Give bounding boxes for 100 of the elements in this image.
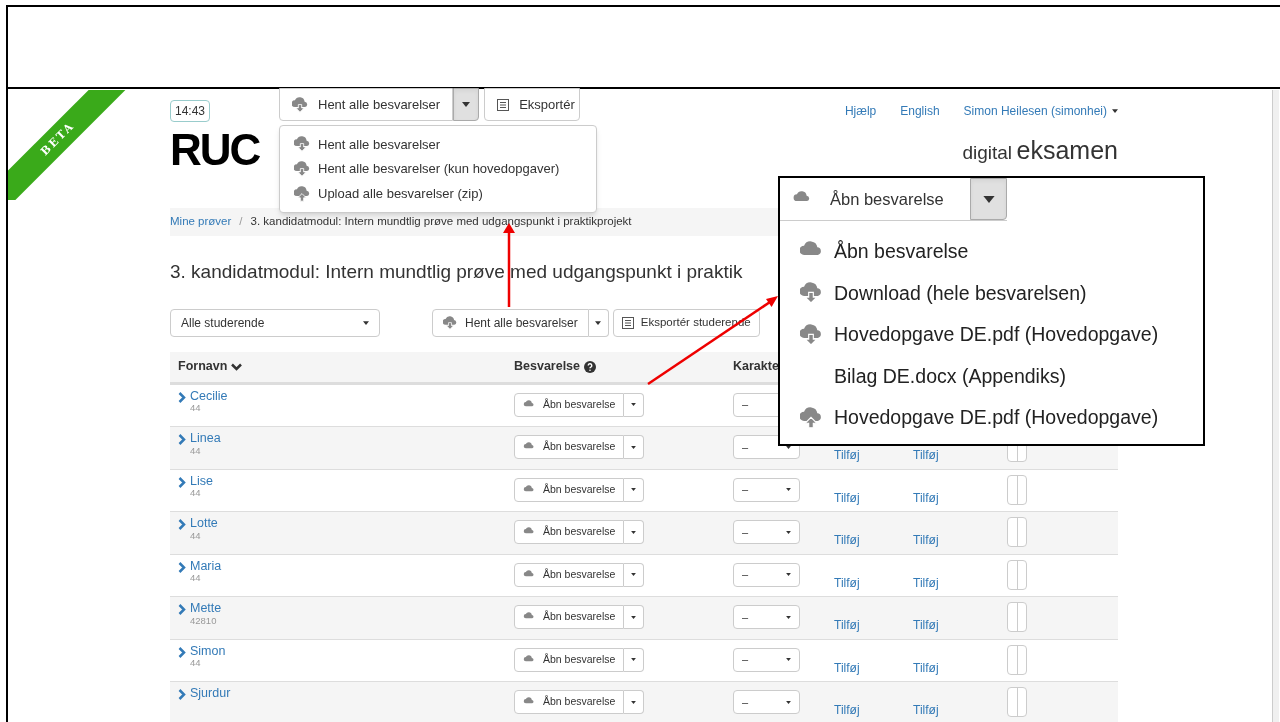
column-header[interactable]: Fornavn xyxy=(178,357,514,376)
caret-icon xyxy=(631,403,637,406)
column-header: Karakte xyxy=(733,358,780,376)
split-toggle[interactable] xyxy=(1007,602,1027,632)
scrollbar[interactable] xyxy=(1272,90,1279,722)
split-toggle[interactable] xyxy=(1007,687,1027,717)
student-name[interactable]: Cecilie xyxy=(190,389,228,404)
chevron-right-icon[interactable] xyxy=(178,519,186,530)
add-link[interactable]: Tilføj xyxy=(913,531,939,549)
menu-item[interactable]: Hovedopgave DE.pdf (Hovedopgave) xyxy=(780,314,1203,356)
download-all-button[interactable]: Hent alle besvarelser xyxy=(432,308,589,337)
open-submission-button[interactable]: Åbn besvarelse xyxy=(514,562,625,587)
open-submission-button[interactable]: Åbn besvarelse xyxy=(514,647,625,672)
caret-icon xyxy=(631,658,637,661)
split-toggle[interactable] xyxy=(1007,559,1027,590)
dropdown-toggle[interactable] xyxy=(624,605,645,629)
add-link[interactable]: Tilføj xyxy=(834,573,860,592)
cloud-download-icon xyxy=(292,96,308,113)
chevron-right-icon[interactable] xyxy=(178,561,186,573)
split-toggle[interactable] xyxy=(1007,644,1027,675)
add-link[interactable]: Tilføj xyxy=(834,658,860,677)
add-link[interactable]: Tilføj xyxy=(913,701,939,719)
student-id: 44 xyxy=(190,488,202,499)
dropdown-toggle[interactable] xyxy=(453,88,480,121)
menu-item[interactable]: Upload alle besvarelser (zip) xyxy=(280,181,596,206)
add-link[interactable]: Tilføj xyxy=(834,446,860,464)
caret-icon xyxy=(786,658,791,661)
add-link[interactable]: Tilføj xyxy=(913,616,939,634)
open-submission-button[interactable]: Åbn besvarelse xyxy=(514,690,625,714)
menu-item[interactable]: Download (hele besvarelsen) xyxy=(780,272,1203,314)
download-all-button[interactable]: Hent alle besvarelser xyxy=(279,88,454,121)
chevron-right-icon[interactable] xyxy=(178,476,186,488)
split-toggle[interactable] xyxy=(1007,517,1027,547)
dropdown-toggle[interactable] xyxy=(624,690,645,714)
caret-icon xyxy=(631,488,637,491)
chevron-right-icon[interactable] xyxy=(178,391,186,403)
open-submission-button[interactable]: Åbn besvarelse xyxy=(514,605,625,629)
caret-icon xyxy=(786,573,791,576)
dropdown-toggle[interactable] xyxy=(624,647,645,672)
student-id: 44 xyxy=(190,530,202,542)
student-name[interactable]: Maria xyxy=(190,559,222,574)
student-name[interactable]: Lotte xyxy=(190,517,218,531)
caret-icon xyxy=(982,195,995,203)
caret-icon xyxy=(631,445,637,449)
nav-link[interactable]: English xyxy=(900,102,940,120)
add-link[interactable]: Tilføj xyxy=(913,573,939,592)
chevron-right-icon[interactable] xyxy=(178,646,186,658)
student-name[interactable]: Linea xyxy=(190,432,221,446)
add-link[interactable]: Tilføj xyxy=(834,616,860,634)
menu-item[interactable]: Åbn besvarelse xyxy=(780,231,1203,273)
open-submission-button[interactable]: Åbn besvarelse xyxy=(514,520,625,544)
dropdown-toggle[interactable] xyxy=(970,178,1007,220)
student-id: 44 xyxy=(190,658,202,669)
caret-icon xyxy=(631,530,637,534)
grade-select[interactable]: – xyxy=(733,647,800,672)
student-name[interactable]: Mette xyxy=(190,602,222,616)
grade-select[interactable]: – xyxy=(733,520,800,544)
student-name[interactable]: Sjurdur xyxy=(190,687,231,701)
user-menu[interactable]: Simon Heilesen (simonhei) xyxy=(963,102,1118,120)
caret-icon xyxy=(595,320,602,325)
export-button[interactable]: Eksportér xyxy=(484,88,580,121)
dropdown-toggle[interactable] xyxy=(624,435,645,459)
dropdown-toggle[interactable] xyxy=(624,392,645,417)
grade-select[interactable]: – xyxy=(733,605,800,629)
grade-select[interactable]: – xyxy=(733,477,800,502)
chevron-right-icon[interactable] xyxy=(178,434,186,445)
menu-item[interactable]: Hent alle besvarelser (kun hovedopgaver) xyxy=(280,156,596,182)
nav-link[interactable]: Hjælp xyxy=(844,102,877,120)
cloud-download-icon xyxy=(443,315,457,330)
student-id: 42810 xyxy=(190,615,218,627)
caret-icon xyxy=(1112,109,1118,113)
add-link[interactable]: Tilføj xyxy=(834,488,860,507)
dropdown-toggle[interactable] xyxy=(624,520,645,544)
open-submission-button[interactable]: Åbn besvarelse xyxy=(514,477,625,502)
breadcrumb-link[interactable]: Mine prøver xyxy=(170,213,232,231)
dropdown-toggle[interactable] xyxy=(588,308,609,337)
student-name[interactable]: Simon xyxy=(190,644,226,659)
menu-item[interactable]: Hent alle besvarelser xyxy=(280,132,596,157)
add-link[interactable]: Tilføj xyxy=(913,658,939,677)
grade-select[interactable]: – xyxy=(733,690,800,714)
add-link[interactable]: Tilføj xyxy=(913,488,939,507)
breadcrumb-current: 3. kandidatmodul: Intern mundtlig prøve med udgangspunkt i praktikprojekt xyxy=(250,214,632,230)
add-link[interactable]: Tilføj xyxy=(834,701,860,719)
brand-name: digital eksamen xyxy=(962,135,1118,166)
open-submission-button[interactable]: Åbn besvarelse xyxy=(514,392,625,417)
open-submission-button[interactable]: Åbn besvarelse xyxy=(514,435,625,459)
caret-icon xyxy=(786,615,791,619)
student-filter-select[interactable]: Alle studerende xyxy=(170,308,380,337)
split-toggle[interactable] xyxy=(1007,474,1027,505)
dropdown-toggle[interactable] xyxy=(624,477,645,502)
chevron-right-icon[interactable] xyxy=(178,689,186,700)
add-link[interactable]: Tilføj xyxy=(913,446,939,464)
student-name[interactable]: Lise xyxy=(190,474,213,489)
cloud-download-icon xyxy=(800,323,822,346)
time-badge: 14:43 xyxy=(170,100,211,122)
dropdown-toggle[interactable] xyxy=(624,562,645,587)
caret-icon xyxy=(786,488,791,491)
grade-select[interactable]: – xyxy=(733,562,800,587)
chevron-right-icon[interactable] xyxy=(178,604,186,615)
add-link[interactable]: Tilføj xyxy=(834,531,860,549)
